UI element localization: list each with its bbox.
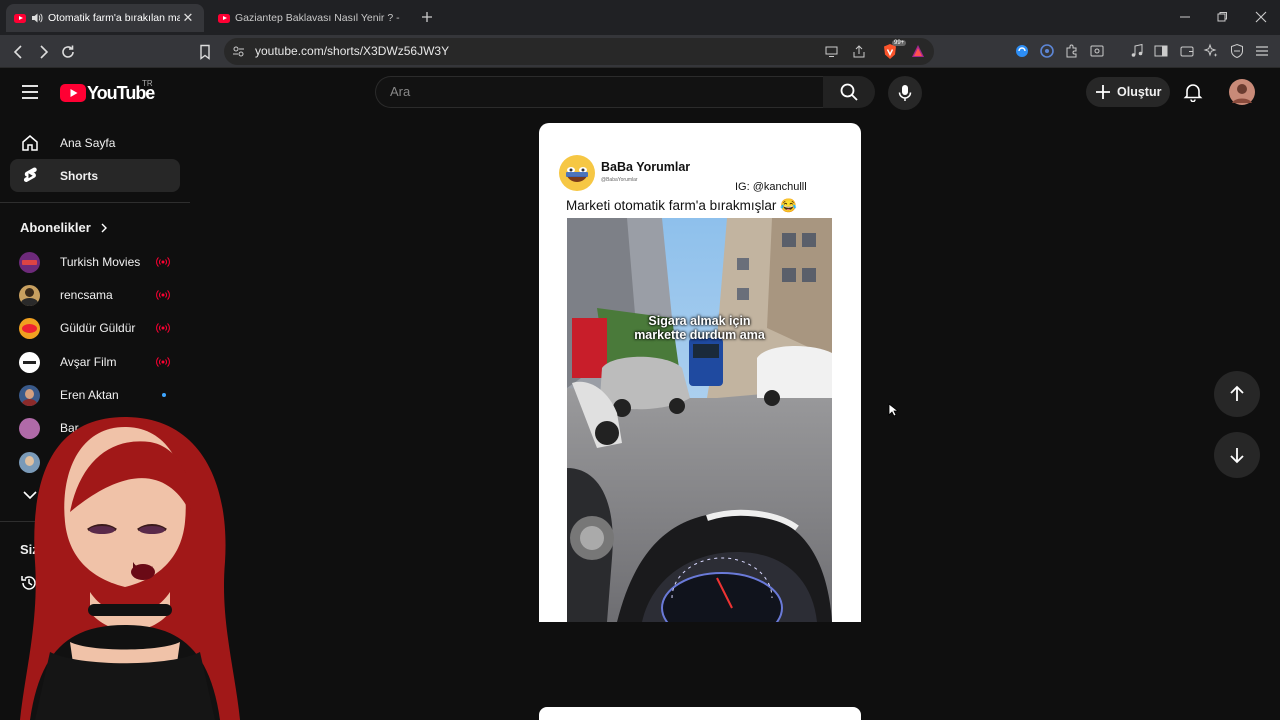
- instagram-credit: IG: @kanchulll: [735, 181, 807, 193]
- leo-ai-icon[interactable]: [1203, 43, 1219, 59]
- video-overlay-text: Sigara almak için markette durdum ama: [567, 314, 832, 342]
- account-avatar[interactable]: [1228, 78, 1256, 106]
- video-frame[interactable]: Sigara almak için markette durdum ama: [567, 218, 832, 622]
- live-indicator-icon: [156, 357, 170, 367]
- video-channel-name: BaBa Yorumlar: [601, 160, 691, 174]
- tab-title: Otomatik farm'a bırakılan ma: [48, 12, 180, 24]
- live-indicator-icon: [156, 290, 170, 300]
- video-channel-handle: @BabaYorumlar: [601, 177, 638, 183]
- reload-icon[interactable]: [59, 43, 77, 61]
- bookmark-icon[interactable]: [196, 43, 214, 61]
- vpn-shield-icon[interactable]: [1229, 43, 1245, 59]
- arrow-down-icon: [1230, 448, 1244, 464]
- plus-icon: [1096, 85, 1110, 99]
- subscription-name: Eren Aktan: [60, 388, 119, 402]
- subscription-name: Güldür Güldür: [60, 321, 136, 335]
- search-box: [375, 76, 823, 108]
- subscriptions-title: Abonelikler: [20, 220, 91, 235]
- search-button[interactable]: [823, 76, 875, 108]
- subscription-guldur-guldur[interactable]: Güldür Güldür: [10, 313, 180, 343]
- next-short-card[interactable]: [539, 707, 861, 720]
- sidebar-item-home[interactable]: Ana Sayfa: [10, 126, 180, 159]
- extensions-puzzle-icon[interactable]: [1064, 43, 1080, 59]
- previous-short-button[interactable]: [1214, 371, 1260, 417]
- cast-icon[interactable]: [824, 44, 839, 59]
- browser-tab-bar: Otomatik farm'a bırakılan ma ✕ Gaziantep…: [0, 0, 1280, 35]
- browser-menu-icon[interactable]: [1254, 43, 1270, 59]
- street-scene-image: [567, 218, 832, 622]
- search-input[interactable]: [390, 84, 810, 99]
- minimize-icon[interactable]: [1177, 9, 1193, 25]
- subscription-name: Avşar Film: [60, 355, 117, 369]
- next-short-button[interactable]: [1214, 432, 1260, 478]
- channel-avatar: [19, 352, 40, 373]
- close-tab-icon[interactable]: ✕: [180, 10, 196, 26]
- youtube-logo[interactable]: YouTube TR: [60, 79, 155, 104]
- search-icon: [840, 83, 858, 101]
- subscription-name: Turkish Movies: [60, 255, 141, 269]
- shorts-icon: [23, 167, 37, 182]
- region-code: TR: [142, 79, 153, 88]
- channel-logo-icon: [559, 155, 595, 191]
- guide-menu-icon[interactable]: [20, 83, 40, 101]
- channel-avatar: [19, 252, 40, 273]
- share-icon[interactable]: [852, 44, 867, 59]
- browser-tab-active[interactable]: Otomatik farm'a bırakılan ma ✕: [6, 4, 204, 32]
- url-text: youtube.com/shorts/X3DWz56JW3Y: [255, 44, 450, 58]
- browser-toolbar: youtube.com/shorts/X3DWz56JW3Y 99+: [0, 35, 1280, 68]
- sidebar-item-label: Ana Sayfa: [60, 135, 116, 150]
- streamer-avatar-overlay: [20, 417, 240, 720]
- address-bar[interactable]: youtube.com/shorts/X3DWz56JW3Y 99+: [224, 38, 934, 65]
- subscription-rencsama[interactable]: rencsama: [10, 280, 180, 310]
- tab-title: Gaziantep Baklavası Nasıl Yenir ? - Ke: [235, 12, 402, 24]
- shields-badge: 99+: [892, 40, 907, 46]
- new-tab-icon[interactable]: [421, 11, 433, 23]
- sidebar-toggle-icon[interactable]: [1153, 43, 1169, 59]
- short-video-card[interactable]: BaBa Yorumlar @BabaYorumlar IG: @kanchul…: [539, 123, 861, 622]
- voice-search-button[interactable]: [888, 76, 922, 110]
- youtube-header: YouTube TR Oluştur: [0, 68, 1280, 116]
- screenshot-icon[interactable]: [1089, 43, 1105, 59]
- subscription-avsar-film[interactable]: Avşar Film: [10, 347, 180, 377]
- speaker-icon[interactable]: [31, 12, 43, 24]
- media-controls-icon[interactable]: [1129, 43, 1145, 59]
- create-label: Oluştur: [1117, 85, 1162, 99]
- home-icon: [22, 135, 38, 151]
- sidebar-divider: [0, 202, 190, 203]
- brave-rewards-icon[interactable]: [910, 43, 926, 59]
- channel-avatar: [19, 285, 40, 306]
- mouse-cursor-icon: [888, 403, 898, 417]
- channel-avatar: [19, 318, 40, 339]
- subscription-eren-aktan[interactable]: Eren Aktan: [10, 380, 180, 410]
- create-button[interactable]: Oluştur: [1086, 77, 1170, 107]
- live-indicator-icon: [156, 257, 170, 267]
- video-caption: Marketi otomatik farm'a bırakmışlar 😂: [566, 198, 797, 213]
- sidebar-item-label: Shorts: [60, 168, 99, 183]
- live-indicator-icon: [156, 323, 170, 333]
- subscription-name: rencsama: [60, 288, 113, 302]
- wallet-icon[interactable]: [1179, 43, 1195, 59]
- extension-c-icon[interactable]: [1039, 43, 1055, 59]
- chevron-right-icon: [101, 223, 107, 232]
- extension-blue-icon[interactable]: [1014, 43, 1030, 59]
- sidebar-item-shorts[interactable]: Shorts: [10, 159, 180, 192]
- youtube-favicon-icon: [218, 13, 230, 23]
- forward-icon[interactable]: [34, 43, 52, 61]
- site-settings-icon[interactable]: [232, 45, 245, 58]
- youtube-logo-icon: [60, 84, 86, 102]
- overlay-line-1: Sigara almak için: [648, 314, 751, 328]
- notifications-bell-icon[interactable]: [1183, 82, 1203, 102]
- youtube-favicon-icon: [14, 13, 26, 23]
- back-icon[interactable]: [10, 43, 28, 61]
- close-window-icon[interactable]: [1253, 9, 1269, 25]
- arrow-up-icon: [1230, 385, 1244, 401]
- channel-avatar: [19, 385, 40, 406]
- subscription-turkish-movies[interactable]: Turkish Movies: [10, 247, 180, 277]
- subscriptions-header[interactable]: Abonelikler: [20, 220, 109, 235]
- overlay-line-2: markette durdum ama: [634, 328, 765, 342]
- microphone-icon: [898, 85, 912, 101]
- browser-tab[interactable]: Gaziantep Baklavası Nasıl Yenir ? - Ke: [210, 4, 410, 32]
- new-content-dot: [162, 393, 166, 397]
- restore-icon[interactable]: [1214, 9, 1230, 25]
